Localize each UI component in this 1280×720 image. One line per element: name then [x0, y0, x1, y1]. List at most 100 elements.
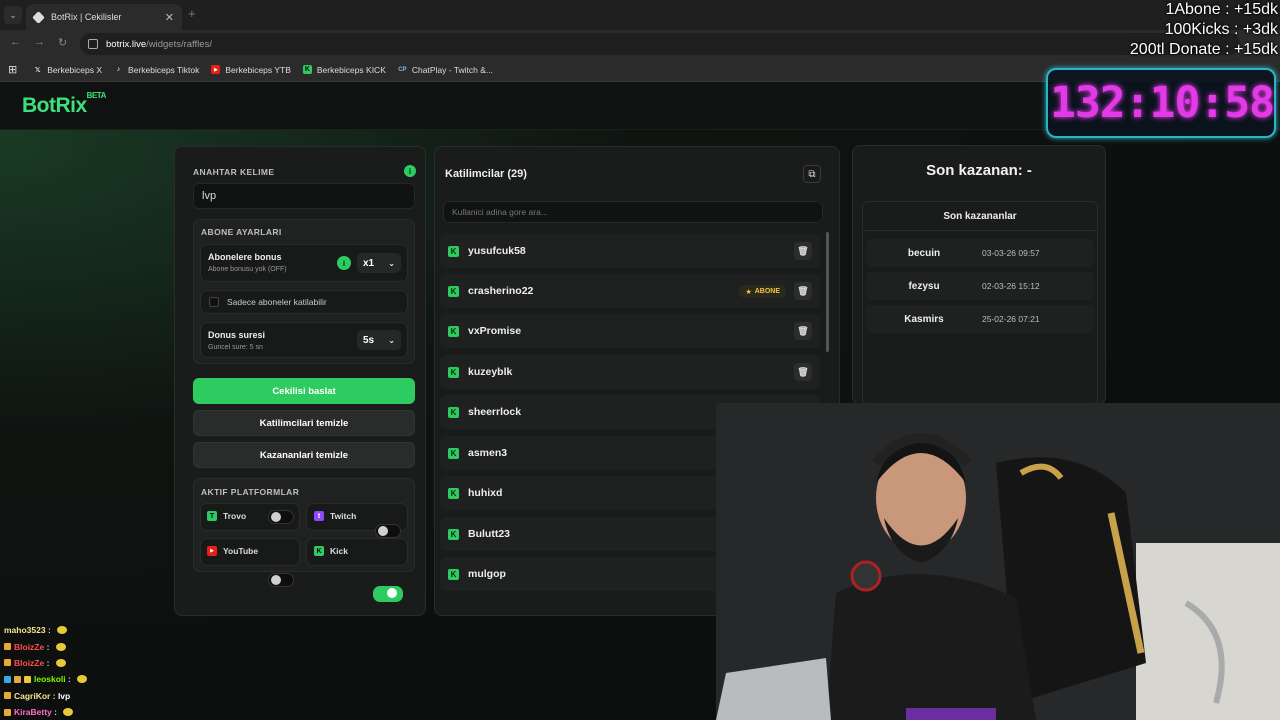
youtube-icon: ▶: [207, 546, 217, 556]
sub-badge-icon: [4, 708, 11, 716]
participant-name: sheerrlock: [468, 406, 522, 418]
overlay-rule-line: 100Kicks : +3dk: [1164, 21, 1278, 38]
participant-name: yusufcuk58: [468, 245, 526, 257]
recent-winners-title: Son kazananlar: [943, 211, 1017, 222]
winner-name: fezysu: [908, 280, 940, 292]
webcam-scene-image: [716, 403, 1280, 720]
youtube-icon: ▶: [211, 65, 221, 74]
chat-username: maho3523: [4, 625, 46, 636]
last-winner-title: Son kazanan: -: [926, 162, 1032, 179]
bonus-time-value: 5s: [363, 334, 375, 346]
botrix-favicon-icon: [32, 10, 45, 24]
keyword-input[interactable]: lvp: [193, 183, 415, 209]
delete-trash-icon[interactable]: 🗑: [794, 242, 812, 260]
clear-winners-button[interactable]: Kazananlari temizle: [193, 442, 415, 468]
kick-icon: K: [448, 568, 459, 580]
overlay-rule-line: 1Abone : +15dk: [1165, 1, 1278, 18]
kick-icon: K: [448, 285, 459, 297]
participant-row: KvxPromise 🗑: [440, 314, 820, 348]
botrix-logo[interactable]: BotRixBETA: [22, 91, 106, 118]
participant-row: Kkuzeyblk 🗑: [440, 355, 820, 389]
url-field[interactable]: botrix.live/widgets/raffles/: [80, 33, 1240, 55]
platform-kick-label: K Kick: [314, 546, 348, 556]
delete-trash-icon[interactable]: 🗑: [794, 363, 812, 381]
bookmark-label: Berkebiceps YTB: [225, 64, 291, 75]
x-icon: 𝕏: [34, 66, 41, 74]
kick-icon: K: [448, 487, 459, 499]
winner-name: Kasmirs: [904, 313, 944, 325]
sub-bonus-info-icon[interactable]: i: [337, 256, 351, 270]
close-tab-icon[interactable]: ✕: [165, 11, 174, 24]
participant-search-input[interactable]: Kullanici adina gore ara...: [443, 201, 823, 223]
tab-title: BotRix | Cekilisler: [51, 12, 122, 22]
recent-winners-box: [862, 201, 1098, 405]
chat-message: leoskoli :: [0, 671, 340, 687]
bookmark-kick[interactable]: K Berkebiceps KICK: [302, 65, 386, 75]
webcam-feed: [716, 403, 1280, 720]
apps-grid-icon[interactable]: ⊞: [8, 63, 17, 76]
site-info-icon[interactable]: [88, 39, 98, 49]
kick-toggle[interactable]: [373, 586, 403, 602]
url-path: /widgets/raffles/: [146, 38, 212, 50]
bookmark-label: Berkebiceps Tiktok: [128, 64, 200, 75]
winner-date: 25-02-26 07:21: [982, 314, 1040, 324]
sub-bonus-multiplier-select[interactable]: x1 ⌄: [357, 253, 401, 273]
subathon-rules-overlay: 1Abone : +15dk 100Kicks : +3dk 200tl Don…: [1130, 0, 1278, 60]
twitch-toggle[interactable]: [375, 524, 401, 538]
sub-only-label: Sadece aboneler katilabilir: [227, 297, 327, 307]
divider: [862, 230, 1098, 231]
chat-username: leoskoli: [34, 674, 66, 685]
participant-name: Bulutt23: [468, 528, 510, 540]
new-tab-icon[interactable]: +: [188, 6, 196, 21]
participants-scrollbar[interactable]: [826, 232, 829, 352]
platform-twitch-label: t Twitch: [314, 511, 356, 521]
forward-icon[interactable]: →: [34, 36, 45, 48]
delete-trash-icon[interactable]: 🗑: [794, 282, 812, 300]
sub-only-checkbox-row[interactable]: Sadece aboneler katilabilir: [200, 290, 408, 314]
keyword-info-icon[interactable]: i: [404, 165, 416, 177]
winner-row: becuin 03-03-26 09:57: [866, 239, 1094, 267]
clear-participants-button[interactable]: Katilimcilari temizle: [193, 410, 415, 436]
tab-search-chevron-icon[interactable]: ⌄: [4, 6, 22, 24]
kick-icon: K: [448, 447, 459, 459]
copy-icon[interactable]: ⧉: [803, 165, 821, 183]
kick-icon: K: [302, 65, 312, 74]
participant-name: asmen3: [468, 447, 508, 459]
bonus-time-subtitle: Guncel sure: 5 sn: [208, 344, 263, 351]
bonus-time-title: Donus suresi: [208, 330, 266, 340]
bookmark-youtube[interactable]: ▶ Berkebiceps YTB: [211, 65, 291, 75]
chat-message: CagriKor : lvp: [0, 688, 340, 704]
chat-username: CagriKor: [14, 690, 51, 701]
star-icon: ★: [745, 288, 752, 296]
platform-name: YouTube: [223, 546, 259, 556]
participant-name: mulgop: [468, 568, 506, 580]
start-raffle-button[interactable]: Cekilisi baslat: [193, 378, 415, 404]
sub-only-checkbox[interactable]: [209, 297, 219, 307]
back-icon[interactable]: ←: [10, 36, 21, 48]
winner-row: Kasmirs 25-02-26 07:21: [866, 305, 1094, 333]
trovo-toggle[interactable]: [268, 510, 294, 524]
reload-icon[interactable]: ↻: [58, 36, 67, 49]
winner-date: 03-03-26 09:57: [982, 248, 1040, 258]
browser-tab[interactable]: BotRix | Cekilisler ✕: [26, 4, 182, 30]
bookmark-x[interactable]: 𝕏 Berkebiceps X: [33, 65, 102, 75]
subscriber-badge: ★ ABONE: [739, 285, 786, 298]
platform-name: Twitch: [330, 511, 357, 521]
bookmark-tiktok[interactable]: ♪ Berkebiceps Tiktok: [114, 64, 200, 75]
emote-icon: [77, 675, 88, 684]
tiktok-icon: ♪: [116, 66, 121, 73]
chat-username: BloizZe: [14, 641, 45, 652]
chat-username: BloizZe: [14, 657, 45, 668]
badge-label: ABONE: [754, 288, 780, 295]
emote-icon: [63, 708, 74, 717]
delete-trash-icon[interactable]: 🗑: [794, 322, 812, 340]
bonus-time-select[interactable]: 5s ⌄: [357, 330, 401, 350]
platforms-label: AKTIF PLATFORMLAR: [201, 487, 300, 497]
sub-badge-icon: [4, 659, 11, 667]
url-domain: botrix.live: [106, 38, 147, 50]
chevron-down-icon: ⌄: [388, 335, 395, 345]
bookmark-label: ChatPlay - Twitch &...: [411, 64, 493, 75]
kick-icon: K: [314, 546, 324, 556]
bookmark-chatplay[interactable]: CP ChatPlay - Twitch &...: [398, 65, 493, 75]
youtube-toggle[interactable]: [268, 573, 294, 587]
